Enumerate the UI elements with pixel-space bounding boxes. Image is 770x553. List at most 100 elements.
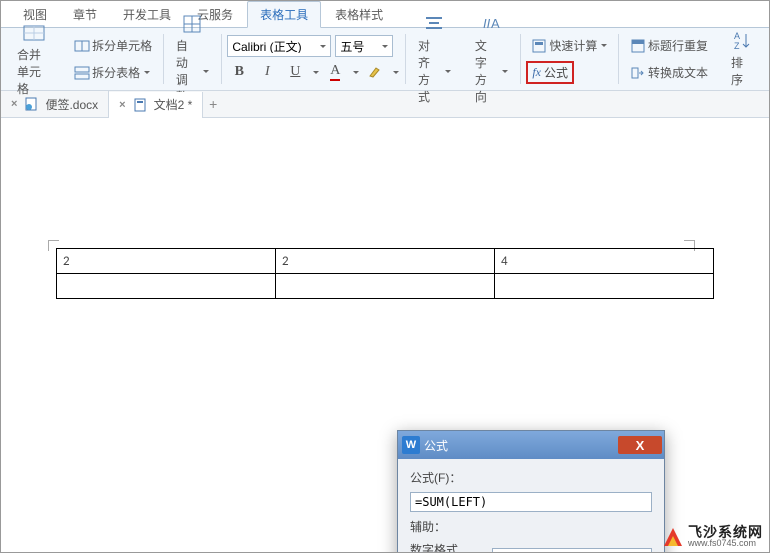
align-icon [423, 13, 445, 35]
chevron-down-icon [353, 71, 359, 74]
split-cell-label: 拆分单元格 [92, 37, 152, 54]
group-sort: AZ 排序 [719, 28, 765, 90]
to-text-label: 转换成文本 [648, 64, 708, 81]
group-merge: 合并单元格 [5, 28, 63, 90]
dialog-close-button[interactable]: X [618, 436, 662, 454]
formula-input[interactable] [410, 492, 652, 512]
merge-cells-icon [23, 22, 45, 44]
close-icon[interactable]: × [11, 98, 17, 110]
align-button[interactable]: 对齐方式 [412, 11, 457, 107]
chevron-down-icon [445, 70, 451, 73]
wps-icon: W [402, 436, 420, 454]
new-tab-button[interactable]: + [203, 96, 223, 112]
sort-button[interactable]: AZ 排序 [725, 28, 759, 90]
group-autofit: 自动调整 [164, 28, 221, 90]
doc-tab-1-label: 便签.docx [45, 96, 98, 113]
dialog-title: 公式 [424, 437, 448, 454]
menu-table-style[interactable]: 表格样式 [323, 2, 395, 27]
dialog-titlebar[interactable]: W 公式 X [398, 431, 664, 459]
table-cell[interactable]: 2 [57, 249, 276, 274]
chevron-down-icon [393, 71, 399, 74]
italic-button[interactable]: I [255, 61, 279, 83]
header-repeat-button[interactable]: 标题行重复 [625, 34, 713, 57]
text-direction-icon: IIA [480, 13, 502, 35]
table-cell[interactable] [495, 274, 714, 299]
split-table-icon [74, 65, 90, 81]
merge-cells-label: 合并单元格 [17, 46, 51, 97]
merge-cells-button[interactable]: 合并单元格 [11, 20, 57, 99]
formula-button[interactable]: fx 公式 [526, 61, 574, 84]
group-font: B I U A [221, 28, 405, 90]
svg-text:A: A [491, 16, 500, 31]
menu-table-tools[interactable]: 表格工具 [247, 1, 321, 28]
font-name-select[interactable] [227, 35, 331, 57]
app-window: 视图 章节 开发工具 云服务 表格工具 表格样式 合并单元格 拆分单元格 拆分表… [0, 0, 770, 553]
watermark-url: www.fs0745.com [688, 539, 763, 548]
close-icon[interactable]: × [119, 99, 125, 111]
aux-label: 辅助： [410, 518, 446, 535]
chevron-down-icon [313, 71, 319, 74]
to-text-button[interactable]: 转换成文本 [625, 61, 713, 84]
quick-calc-button[interactable]: 快速计算 [526, 34, 612, 57]
quick-calc-label: 快速计算 [549, 37, 597, 54]
chevron-down-icon [601, 44, 607, 47]
menu-chapter[interactable]: 章节 [61, 2, 109, 27]
textdir-label: 文字方向 [475, 37, 498, 105]
group-align: 对齐方式 [406, 28, 463, 90]
document-canvas: 2 2 4 W 公式 X 公式(F)： [1, 118, 769, 553]
group-textdir: IIA 文字方向 [463, 28, 520, 90]
table-cell[interactable] [57, 274, 276, 299]
calculator-icon [531, 38, 547, 54]
align-label: 对齐方式 [418, 37, 441, 105]
bold-button[interactable]: B [227, 61, 251, 83]
textdir-button[interactable]: IIA 文字方向 [469, 11, 514, 107]
watermark-logo-icon [662, 526, 684, 548]
split-table-label: 拆分表格 [92, 64, 140, 81]
formula-dialog: W 公式 X 公式(F)： 辅助： 数字格式(N)： [397, 430, 665, 553]
split-table-button[interactable]: 拆分表格 [69, 61, 157, 84]
font-size-select[interactable] [335, 35, 393, 57]
table-row[interactable] [57, 274, 714, 299]
watermark-title: 飞沙系统网 [688, 525, 763, 539]
doc-tab-2[interactable]: × 文档2 * [109, 92, 203, 119]
table-row[interactable]: 2 2 4 [57, 249, 714, 274]
font-name-input[interactable] [228, 39, 316, 53]
highlight-button[interactable] [363, 61, 387, 83]
doc-icon [132, 97, 148, 113]
font-color-button[interactable]: A [323, 61, 347, 83]
doc-icon [23, 96, 39, 112]
group-misc: 标题行重复 转换成文本 [619, 28, 719, 90]
chevron-down-icon [144, 71, 150, 74]
chevron-down-icon [320, 45, 326, 48]
font-size-input[interactable] [336, 39, 378, 53]
dialog-body: 公式(F)： 辅助： 数字格式(N)： 粘贴函数(P)： 表格范围(T)： [398, 459, 664, 553]
svg-text:II: II [483, 16, 491, 31]
formula-label: 公式 [544, 64, 568, 81]
watermark: 飞沙系统网 www.fs0745.com [662, 525, 763, 548]
to-text-icon [630, 65, 646, 81]
header-repeat-icon [630, 38, 646, 54]
menu-bar: 视图 章节 开发工具 云服务 表格工具 表格样式 [1, 1, 769, 28]
fx-icon: fx [532, 65, 541, 80]
split-cell-button[interactable]: 拆分单元格 [69, 34, 157, 57]
ribbon: 合并单元格 拆分单元格 拆分表格 自动调整 [1, 28, 769, 91]
header-repeat-label: 标题行重复 [648, 37, 708, 54]
chevron-down-icon [203, 70, 209, 73]
chevron-down-icon [502, 70, 508, 73]
split-cell-icon [74, 38, 90, 54]
document-table[interactable]: 2 2 4 [56, 248, 714, 299]
doc-tab-2-label: 文档2 * [154, 96, 193, 113]
sort-icon: AZ [731, 30, 753, 52]
svg-text:Z: Z [734, 41, 740, 51]
numfmt-label: 数字格式(N)： [410, 541, 486, 553]
doc-tab-1[interactable]: × 便签.docx [1, 91, 109, 117]
table-cell[interactable] [276, 274, 495, 299]
chevron-down-icon [382, 45, 388, 48]
autofit-icon [181, 13, 203, 35]
numfmt-select[interactable] [492, 548, 652, 553]
sort-label: 排序 [731, 54, 753, 88]
svg-text:A: A [734, 31, 740, 41]
underline-button[interactable]: U [283, 61, 307, 83]
table-cell[interactable]: 2 [276, 249, 495, 274]
table-cell[interactable]: 4 [495, 249, 714, 274]
